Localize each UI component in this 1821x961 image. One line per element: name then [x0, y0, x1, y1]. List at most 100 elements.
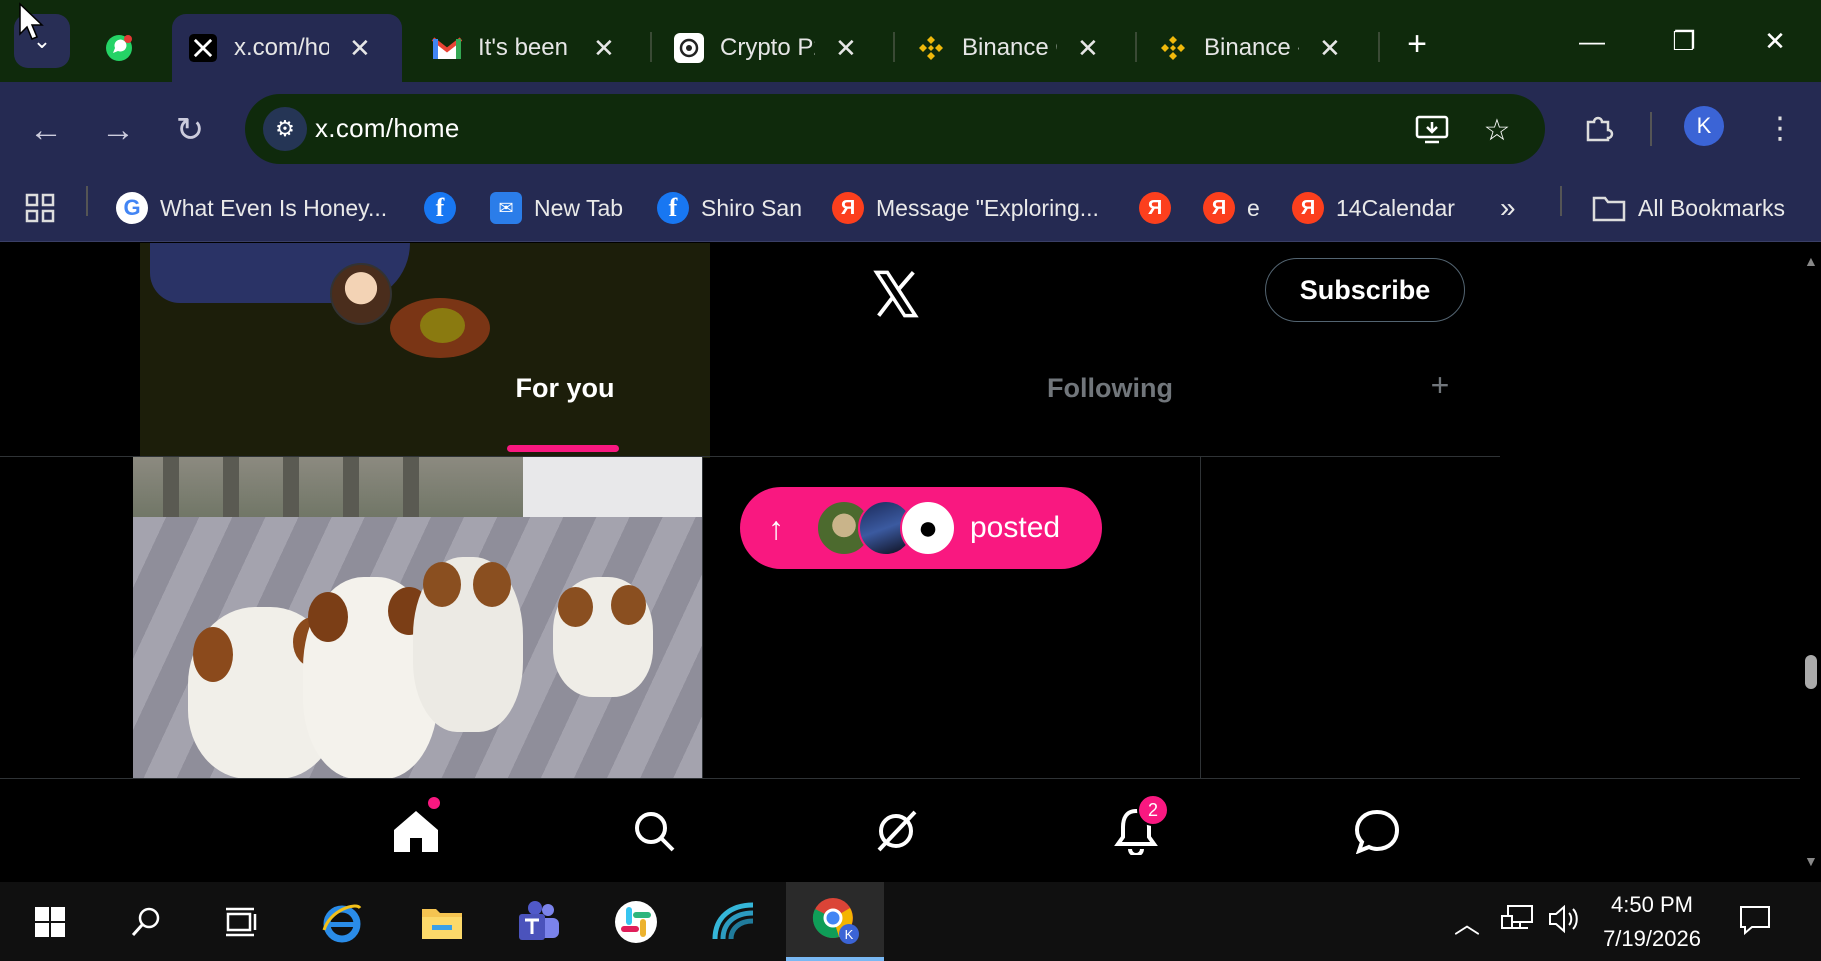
nav-home[interactable] — [386, 801, 446, 861]
internet-explorer-icon — [322, 904, 362, 943]
bookmark-item[interactable]: Яe — [1203, 188, 1260, 228]
network-button[interactable] — [1500, 904, 1534, 941]
install-app-button[interactable] — [1410, 108, 1454, 152]
page-scrollbar[interactable]: ▲ ▼ — [1800, 243, 1821, 882]
taskbar-app-waves[interactable] — [706, 896, 762, 948]
user-avatar[interactable] — [330, 263, 392, 325]
notification-center-icon — [1740, 906, 1770, 936]
reload-button[interactable]: ↻ — [166, 106, 214, 154]
close-icon[interactable]: ✕ — [835, 33, 857, 64]
profile-avatar-button[interactable]: K — [1684, 106, 1724, 146]
scrollbar-thumb[interactable] — [1805, 655, 1817, 689]
whatsapp-icon — [102, 31, 136, 65]
nav-search[interactable] — [624, 801, 684, 861]
close-window-button[interactable]: ✕ — [1745, 18, 1805, 64]
tab-chatgpt[interactable]: Crypto P2 ✕ — [658, 14, 888, 82]
taskbar-edge-legacy[interactable] — [314, 896, 370, 948]
all-bookmarks-button[interactable]: All Bookmarks — [1592, 188, 1785, 228]
tab-divider — [650, 32, 652, 62]
tab-for-you[interactable]: For you — [440, 343, 690, 433]
url-text[interactable]: x.com/home — [315, 113, 460, 144]
nav-messages[interactable] — [1347, 801, 1407, 861]
forward-button[interactable]: → — [94, 106, 142, 154]
close-icon[interactable]: ✕ — [593, 33, 615, 64]
chrome-icon: K — [812, 897, 859, 944]
apps-button[interactable] — [24, 188, 56, 228]
windows-taskbar: K ︿ 4:50 PM 7/19/2026 — [0, 882, 1821, 961]
bookmark-item[interactable]: f — [424, 188, 468, 228]
new-tab-button[interactable]: + — [1395, 22, 1439, 66]
bookmark-item[interactable]: Я Message "Exploring... — [832, 188, 1099, 228]
clock-date: 7/19/2026 — [1603, 926, 1701, 951]
bookmark-label: e — [1247, 194, 1260, 221]
extensions-button[interactable] — [1574, 104, 1622, 152]
fence-post — [403, 457, 419, 517]
dog-ear — [308, 592, 348, 642]
bookmark-star-button[interactable]: ☆ — [1475, 108, 1519, 152]
person-silhouette-icon: ● — [900, 500, 956, 556]
scroll-up-arrow-icon[interactable]: ▲ — [1804, 253, 1818, 269]
taskbar-search-button[interactable] — [118, 896, 174, 948]
more-bookmarks-button[interactable]: » — [1500, 188, 1516, 228]
puzzle-icon — [1586, 116, 1614, 142]
minimize-icon: — — [1579, 25, 1605, 56]
binance-icon — [1156, 31, 1190, 65]
bookmark-item[interactable]: Я 14Calendar — [1292, 188, 1455, 228]
bookmark-item[interactable]: G What Even Is Honey... — [116, 188, 387, 228]
close-icon: ✕ — [1764, 25, 1786, 56]
waves-app-icon — [712, 902, 754, 940]
show-hidden-icons-button[interactable]: ︿ — [1454, 904, 1480, 941]
dog-ear — [423, 562, 461, 607]
reload-icon: ↻ — [175, 111, 205, 149]
taskbar-teams[interactable] — [510, 896, 566, 948]
nav-grok[interactable] — [866, 801, 926, 861]
minimize-button[interactable]: — — [1562, 18, 1622, 64]
post-media-image[interactable] — [133, 457, 703, 779]
fence-post — [163, 457, 179, 517]
tab-divider — [1135, 32, 1137, 62]
bookmark-divider — [86, 186, 88, 216]
all-bookmarks-label: All Bookmarks — [1638, 194, 1785, 221]
dog — [413, 557, 523, 732]
bookmarks-bar: G What Even Is Honey... f ✉ New Tab f Shiro… — [0, 174, 1821, 242]
volume-button[interactable] — [1548, 904, 1582, 941]
x-logo-icon[interactable] — [870, 268, 922, 320]
start-button[interactable] — [22, 896, 78, 948]
tab-binance-2[interactable]: Binance - ✕ — [1142, 14, 1372, 82]
bookmark-item[interactable]: f Shiro San — [657, 188, 802, 228]
taskbar-slack[interactable] — [608, 896, 664, 948]
facebook-icon: f — [424, 192, 456, 224]
new-posts-button[interactable]: ↑ ● posted — [740, 487, 1102, 569]
windows-logo-icon — [35, 907, 65, 937]
close-icon[interactable]: ✕ — [349, 33, 371, 64]
close-icon[interactable]: ✕ — [1077, 33, 1099, 64]
close-icon[interactable]: ✕ — [1319, 33, 1341, 64]
add-feed-button[interactable]: + — [1420, 365, 1460, 405]
tab-x-home[interactable]: x.com/home ✕ — [172, 14, 402, 82]
tune-icon: ⚙ — [275, 116, 295, 141]
tab-title: It's been — [478, 34, 568, 61]
tab-gmail[interactable]: It's been ✕ — [416, 14, 646, 82]
subscribe-button[interactable]: Subscribe — [1265, 258, 1465, 322]
task-view-button[interactable] — [214, 896, 270, 948]
clock-time: 4:50 PM — [1611, 892, 1693, 917]
tab-title: x.com/home — [234, 34, 329, 61]
yandex-icon: Я — [832, 192, 864, 224]
taskbar-file-explorer[interactable] — [414, 896, 470, 948]
tab-binance-1[interactable]: Binance C ✕ — [900, 14, 1130, 82]
back-button[interactable]: ← — [22, 106, 70, 154]
taskbar-chrome[interactable]: K — [786, 882, 884, 961]
bookmark-label: Message "Exploring... — [876, 194, 1099, 221]
bookmark-item[interactable]: ✉ New Tab — [490, 188, 623, 228]
tab-following[interactable]: Following — [960, 343, 1260, 433]
posted-label: posted — [970, 511, 1061, 544]
bookmark-item[interactable]: Я — [1139, 188, 1183, 228]
tab-whatsapp[interactable] — [88, 14, 164, 82]
address-bar[interactable]: ⚙ x.com/home ☆ — [245, 94, 1545, 164]
system-clock[interactable]: 4:50 PM 7/19/2026 — [1592, 888, 1712, 956]
browser-menu-button[interactable]: ⋮ — [1760, 104, 1800, 152]
action-center-button[interactable] — [1738, 904, 1772, 943]
scroll-down-arrow-icon[interactable]: ▼ — [1804, 853, 1818, 869]
restore-button[interactable]: ❐ — [1654, 18, 1714, 64]
site-info-button[interactable]: ⚙ — [263, 107, 307, 151]
